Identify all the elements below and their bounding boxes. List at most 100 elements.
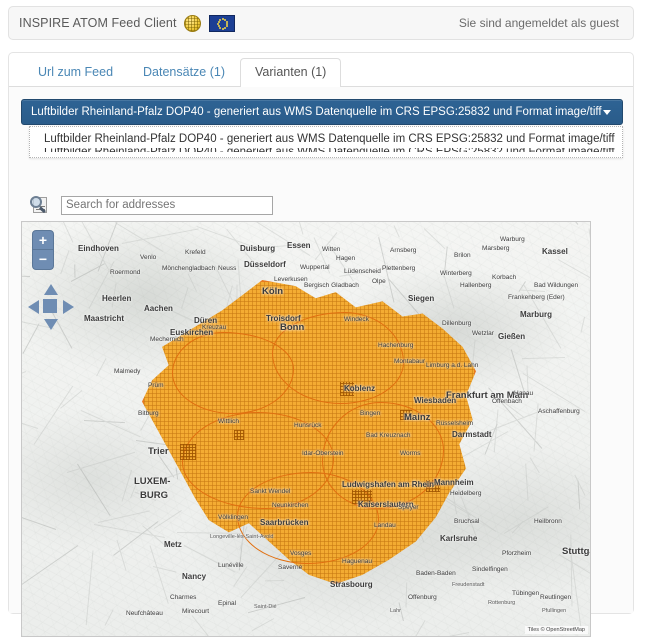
coverage-dense-cell-cluster [234,430,244,440]
map-road-segment [443,246,448,278]
map-road-segment [180,286,189,309]
map-road-segment [588,228,590,242]
eu-star [219,19,222,22]
map-road-segment [129,479,139,499]
map-road-segment [55,222,74,243]
map-road-segment [187,273,198,293]
map-road-segment [78,222,114,279]
search-input[interactable] [61,195,273,215]
map-road-segment [449,632,470,636]
map-road-segment [252,617,275,631]
coverage-dense-cell-cluster [180,444,196,460]
map-road-segment [529,457,540,474]
map-road-segment [557,259,590,278]
map-road-segment [393,225,400,238]
map-zoom-controls: + − [32,230,54,270]
map-road-segment [247,597,306,614]
map-road-segment [559,554,590,577]
variant-select-dropdown-menu[interactable]: Luftbilder Rheinland-Pfalz DOP40 - gener… [29,126,623,158]
pan-down-icon[interactable] [44,319,58,330]
variant-select-option-partial[interactable]: Luftbilder Rheinland-Pfalz DOP40 - gener… [44,148,622,152]
coverage-dense-cell-cluster [340,382,354,396]
chevron-down-icon [603,109,611,115]
pan-left-icon[interactable] [28,300,39,314]
map-road-segment [177,531,245,534]
app-header-bar: INSPIRE ATOM Feed Client Sie sind angeme… [8,6,634,40]
page-title: INSPIRE ATOM Feed Client [19,16,177,30]
eu-star [216,23,219,25]
coverage-dense-cell-cluster [426,480,440,492]
main-panel: Url zum Feed Datensätze (1) Varianten (1… [8,52,634,637]
map-road-segment [22,370,27,392]
zoom-in-button[interactable]: + [32,230,54,250]
map-road-segment [423,227,446,249]
map-road-segment [153,302,198,324]
map-road-segment [183,545,236,574]
map-road-segment [521,356,565,359]
eu-star [223,26,226,29]
variant-select-value: Luftbilder Rheinland-Pfalz DOP40 - gener… [31,106,602,118]
pan-up-icon[interactable] [44,284,58,295]
pan-center-button[interactable] [43,299,57,313]
map-road-segment [22,544,79,590]
map-road-segment [22,274,31,277]
map-road-segment [22,414,39,429]
map-road-segment [116,538,127,571]
map-road-segment [523,284,562,349]
map-road-segment [97,510,151,523]
map-road-segment [519,289,545,293]
tab-strip: Url zum Feed Datensätze (1) Varianten (1… [9,53,633,87]
map-road-segment [95,358,106,377]
map-road-segment [153,510,183,530]
map-viewport[interactable]: Eindhoven Venlo Krefeld Duisburg Essen Witten… [21,221,591,637]
map-road-segment [339,271,370,278]
map-road-segment [565,222,579,225]
variant-select-option[interactable]: Luftbilder Rheinland-Pfalz DOP40 - gener… [30,130,622,148]
tab-content-varianten: Luftbilder Rheinland-Pfalz DOP40 - gener… [9,87,633,637]
map-road-segment [121,228,199,244]
map-road-segment [22,514,57,530]
map-road-segment [522,372,585,412]
eu-star [221,27,224,30]
map-road-segment [76,463,111,516]
variant-select-wrapper: Luftbilder Rheinland-Pfalz DOP40 - gener… [21,99,623,158]
map-road-segment [526,365,529,395]
eu-star [219,26,222,29]
map-road-segment [66,451,135,473]
map-road-segment [511,349,526,395]
eu-flag-icon [208,14,235,32]
map-road-segment [85,550,94,626]
map-road-segment [525,463,529,501]
map-attribution: Tiles © OpenStreetMap [524,626,588,634]
coverage-dense-cell-cluster [400,410,412,420]
map-road-segment [574,474,586,496]
login-status-text: Sie sind angemeldet als guest [458,16,619,30]
inspire-globe-icon [183,14,201,32]
map-road-segment [443,274,455,310]
address-search-row [29,195,273,215]
zoom-out-button[interactable]: − [32,250,54,270]
map-road-segment [288,222,304,235]
map-road-segment [33,386,74,446]
coverage-dense-cell-cluster [352,490,372,504]
address-search-icon[interactable] [29,195,51,215]
map-road-segment [503,506,549,534]
variant-select[interactable]: Luftbilder Rheinland-Pfalz DOP40 - gener… [21,99,623,125]
tab-varianten[interactable]: Varianten (1) [240,58,342,87]
map-road-segment [226,228,261,271]
tab-url-zum-feed[interactable]: Url zum Feed [23,58,128,87]
brand-icon-group [183,14,235,32]
map-road-segment [60,250,70,275]
map-road-segment [398,602,405,622]
map-road-segment [175,222,184,223]
map-pan-controls [28,284,74,330]
tab-datensaetze[interactable]: Datensätze (1) [128,58,240,87]
map-road-segment [149,545,169,604]
map-road-segment [191,615,226,636]
map-road-segment [580,316,585,333]
map-road-segment [133,491,156,502]
map-road-segment [264,580,284,582]
pan-right-icon[interactable] [63,300,74,314]
map-road-segment [74,264,76,278]
map-road-segment [405,582,408,608]
